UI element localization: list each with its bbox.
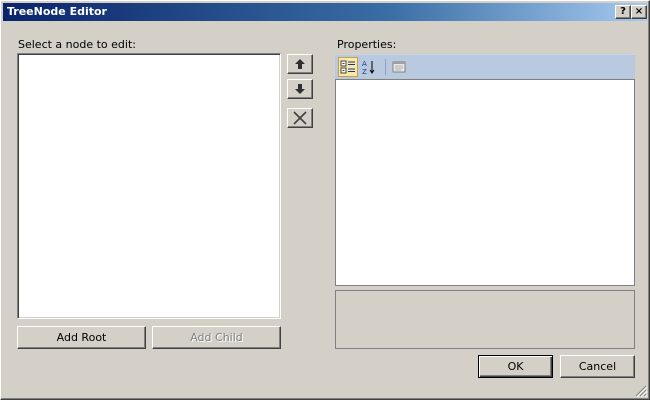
property-pages-button[interactable] <box>389 57 409 77</box>
ok-button[interactable]: OK <box>478 355 553 378</box>
svg-text:Z: Z <box>362 68 367 75</box>
arrow-down-icon <box>295 84 305 94</box>
title-bar[interactable]: TreeNode Editor ? × <box>3 3 647 21</box>
property-description-pane <box>335 290 635 349</box>
properties-toolstrip: A Z <box>335 54 635 80</box>
alphabetical-button[interactable]: A Z <box>359 57 379 77</box>
move-down-button[interactable] <box>287 79 313 99</box>
window-title: TreeNode Editor <box>7 5 107 18</box>
delete-node-button[interactable] <box>287 108 313 128</box>
cancel-button[interactable]: Cancel <box>560 355 635 378</box>
svg-text:A: A <box>362 60 367 68</box>
help-button[interactable]: ? <box>615 5 631 19</box>
add-root-button[interactable]: Add Root <box>17 326 146 349</box>
property-grid[interactable] <box>335 79 635 286</box>
move-up-button[interactable] <box>287 54 313 74</box>
alphabetical-icon: A Z <box>362 60 375 75</box>
categorized-button[interactable] <box>338 57 358 77</box>
treenode-editor-dialog: TreeNode Editor ? × Select a node to edi… <box>0 0 650 400</box>
categorized-icon <box>340 60 355 74</box>
toolstrip-separator <box>385 59 386 75</box>
arrow-up-icon <box>295 59 305 69</box>
resize-grip-icon[interactable] <box>635 385 647 397</box>
tree-label: Select a node to edit: <box>18 38 136 51</box>
delete-icon <box>293 111 307 125</box>
property-pages-icon <box>392 61 406 73</box>
properties-label: Properties: <box>337 38 397 51</box>
close-button[interactable]: × <box>631 5 647 19</box>
add-child-button[interactable]: Add Child <box>152 326 281 349</box>
tree-view[interactable] <box>17 53 281 319</box>
